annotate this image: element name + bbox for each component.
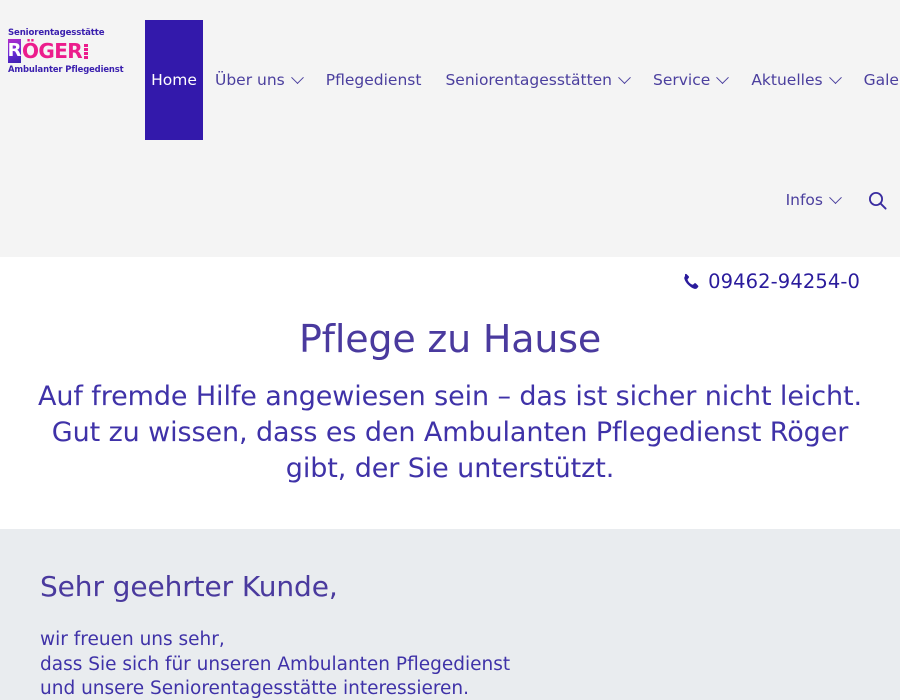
logo-gmbh-bar xyxy=(84,55,89,59)
chevron-down-icon xyxy=(716,70,730,84)
logo-gmbh-bar xyxy=(84,47,89,51)
chevron-down-icon xyxy=(618,70,631,84)
phone-number: 09462-94254-0 xyxy=(708,269,860,293)
nav-item-aktuelles[interactable]: Aktuelles xyxy=(739,20,851,140)
search-toggle-button[interactable] xyxy=(864,187,890,213)
nav-item-service[interactable]: Service xyxy=(641,20,739,140)
search-icon xyxy=(868,191,887,210)
nav-item-label: Seniorentagesstätten xyxy=(445,71,613,89)
logo-word: ÖGER xyxy=(22,39,83,63)
phone-link[interactable]: 09462-94254-0 xyxy=(682,270,860,293)
site-header: Seniorentagesstätte R ÖGER Ambulanter Pf… xyxy=(0,0,900,257)
nav-item-galerie[interactable]: Galerie xyxy=(852,20,900,140)
nav-item-seniorentagesstaetten[interactable]: Seniorentagesstätten xyxy=(433,20,641,140)
nav-item-label: Service xyxy=(653,71,711,89)
page-title: Pflege zu Hause xyxy=(298,317,602,361)
nav-item-label: Home xyxy=(151,71,197,89)
nav-item-label: Infos xyxy=(785,191,823,209)
nav-item-label: Aktuelles xyxy=(751,71,823,89)
intro-section: Sehr geehrter Kunde, wir freuen uns sehr… xyxy=(0,529,900,700)
logo-line-bottom: Ambulanter Pflegedienst xyxy=(8,64,124,74)
nav-item-label: Pflegedienst xyxy=(325,71,422,89)
logo-line-top: Seniorentagesstätte xyxy=(8,28,105,38)
nav-item-infos[interactable]: Infos xyxy=(780,178,846,222)
page-root: Seniorentagesstätte R ÖGER Ambulanter Pf… xyxy=(0,0,900,700)
intro-heading: Sehr geehrter Kunde, xyxy=(40,570,338,603)
intro-paragraph: wir freuen uns sehr, dass Sie sich für u… xyxy=(40,628,860,700)
site-logo[interactable]: Seniorentagesstätte R ÖGER Ambulanter Pf… xyxy=(8,28,124,74)
chevron-down-icon xyxy=(829,190,842,204)
nav-item-ueber-uns[interactable]: Über uns xyxy=(203,20,314,140)
intro-line-2: dass Sie sich für unseren Ambulanten Pfl… xyxy=(40,653,511,675)
phone-bar: 09462-94254-0 xyxy=(0,257,900,305)
logo-gmbh-bar xyxy=(84,51,89,55)
hero-subtitle: Auf fremde Hilfe angewiesen sein – das i… xyxy=(38,381,862,484)
chevron-down-icon xyxy=(290,70,304,84)
logo-wordmark: R ÖGER xyxy=(8,39,100,63)
hero-section: Pflege zu Hause Auf fremde Hilfe angewie… xyxy=(0,305,900,529)
nav-item-pflegedienst[interactable]: Pflegedienst xyxy=(314,20,434,140)
logo-initial-block: R xyxy=(8,39,21,63)
logo-initial: R xyxy=(7,40,22,61)
chevron-down-icon xyxy=(828,70,842,84)
intro-line-3: und unsere Seniorentagesstätte interessi… xyxy=(40,678,470,699)
secondary-navigation: Infos xyxy=(780,178,890,222)
nav-item-home[interactable]: Home xyxy=(145,20,203,140)
logo-gmbh-mark xyxy=(84,39,89,63)
nav-item-label: Über uns xyxy=(215,71,285,89)
logo-gmbh-bar xyxy=(84,43,89,47)
nav-item-label: Galerie xyxy=(863,71,900,89)
phone-icon xyxy=(682,273,699,290)
primary-navigation: Home Über uns Pflegedienst Seniorentages… xyxy=(145,20,900,140)
intro-line-1: wir freuen uns sehr, xyxy=(40,629,225,650)
